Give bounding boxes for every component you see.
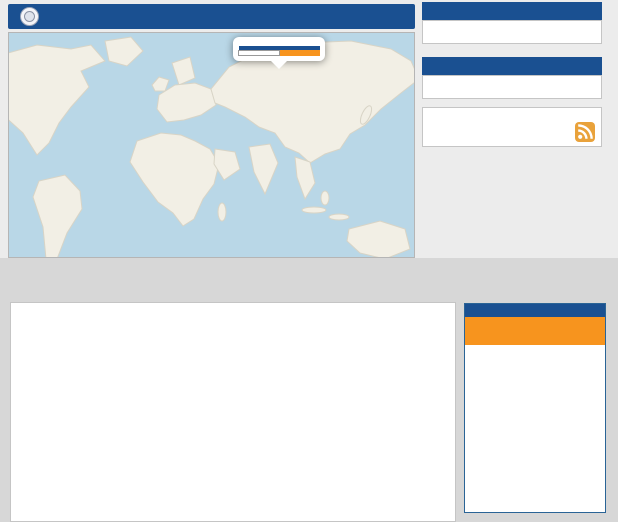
popup-aqi-value xyxy=(279,51,320,56)
current-conditions-header xyxy=(465,304,605,317)
parameter-select[interactable] xyxy=(422,75,602,99)
conditions-aqi-block xyxy=(465,317,605,345)
aqi-bar-chart xyxy=(10,302,456,522)
world-basemap xyxy=(9,33,415,258)
map-popup[interactable] xyxy=(233,37,325,61)
popup-pollutant-value xyxy=(239,51,280,56)
world-aqi-map[interactable] xyxy=(8,32,415,258)
app-header xyxy=(8,4,415,29)
health-message-block xyxy=(465,345,605,361)
current-conditions-panel xyxy=(464,303,606,513)
popup-table xyxy=(238,46,320,56)
rss-icon[interactable] xyxy=(575,122,595,142)
city-select[interactable] xyxy=(422,20,602,44)
rss-feed-box xyxy=(422,107,602,147)
select-city-header xyxy=(422,2,602,22)
select-parameter-header xyxy=(422,57,602,77)
department-of-state-seal-icon xyxy=(20,7,39,26)
